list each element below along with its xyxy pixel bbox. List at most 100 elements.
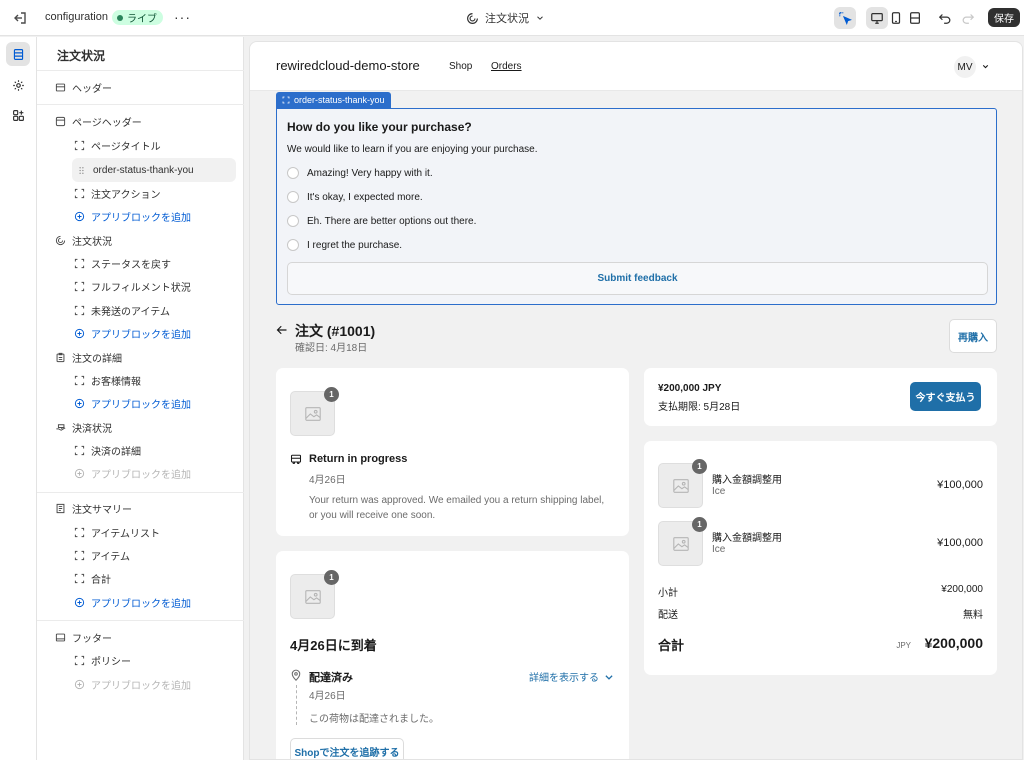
block-icon (74, 550, 85, 560)
store-name[interactable]: rewiredcloud-demo-store (276, 58, 420, 73)
item-variant: Ice (712, 486, 726, 497)
save-button[interactable]: 保存 (988, 8, 1020, 27)
block-icon (74, 305, 85, 315)
sidebar-item-label: フッター (72, 633, 112, 645)
sidebar-item-policy[interactable]: ポリシー (74, 650, 131, 670)
nav-shop-link[interactable]: Shop (449, 61, 472, 72)
block-icon (74, 573, 85, 583)
return-description: Your return was approved. We emailed you… (309, 495, 605, 521)
chevron-down-icon (605, 674, 613, 680)
return-status-title: Return in progress (309, 453, 408, 465)
add-app-block-label: アプリブロックを追加 (91, 212, 191, 224)
order-confirmed-date: 確認日: 4月18日 (295, 343, 368, 354)
radio-button[interactable] (287, 191, 299, 203)
radio-button[interactable] (287, 215, 299, 227)
add-app-block-label: アプリブロックを追加 (91, 399, 191, 411)
sidebar-item-item-list[interactable]: アイテムリスト (74, 522, 160, 542)
survey-option[interactable]: It's okay, I expected more. (287, 191, 423, 203)
fullscreen-view-button[interactable] (904, 7, 926, 29)
survey-subtitle: We would like to learn if you are enjoyi… (287, 144, 538, 155)
settings-tab[interactable] (6, 73, 30, 97)
arrow-left-icon[interactable] (276, 324, 288, 336)
delivery-description: この荷物は配達されました。 (309, 714, 439, 725)
exit-icon[interactable] (12, 10, 28, 26)
sidebar-divider (37, 620, 244, 621)
survey-option[interactable]: Eh. There are better options out there. (287, 215, 476, 227)
survey-option[interactable]: I regret the purchase. (287, 239, 402, 251)
sidebar-item-label: アイテムリスト (91, 528, 160, 540)
submit-feedback-button[interactable]: Submit feedback (287, 262, 988, 295)
sidebar-item-payment-status[interactable]: 決済状況 (55, 417, 112, 437)
sidebar-item-payment-details[interactable]: 決済の詳細 (74, 440, 141, 460)
arrival-title: 4月26日に到着 (290, 638, 377, 653)
sidebar-item-fulfillment-status[interactable]: フルフィルメント状況 (74, 276, 191, 296)
sidebar-item-page-header[interactable]: ページヘッダー (55, 111, 142, 131)
sidebar-item-order-status-thank-you[interactable]: order-status-thank-you (72, 158, 236, 182)
page-selector[interactable]: 注文状況 (466, 10, 545, 26)
sidebar-title: 注文状況 (57, 49, 106, 63)
redo-button[interactable] (957, 7, 979, 29)
add-app-block-button-disabled: アプリブロックを追加 (74, 463, 191, 483)
sidebar-divider (37, 492, 244, 493)
sidebar-item-label: お客様情報 (91, 376, 141, 388)
sidebar-item-label: ヘッダー (72, 83, 112, 95)
page-header-section-icon (55, 116, 66, 126)
apps-tab[interactable] (6, 103, 30, 127)
survey-option[interactable]: Amazing! Very happy with it. (287, 167, 433, 179)
show-details-link[interactable]: 詳細を表示する (529, 669, 614, 684)
sidebar-item-return-status[interactable]: ステータスを戻す (74, 253, 171, 273)
total-label: 合計 (658, 638, 685, 653)
sidebar-item-header[interactable]: ヘッダー (55, 77, 112, 97)
survey-question: How do you like your purchase? (287, 120, 472, 134)
nav-orders-link[interactable]: Orders (491, 61, 522, 72)
sections-tab[interactable] (6, 42, 30, 66)
sidebar-item-total[interactable]: 合計 (74, 568, 111, 588)
avatar[interactable]: MV (954, 56, 976, 78)
plus-circle-icon (74, 398, 85, 408)
sidebar-item-item[interactable]: アイテム (74, 545, 130, 565)
sidebar-item-order-actions[interactable]: 注文アクション (74, 183, 161, 203)
add-app-block-button[interactable]: アプリブロックを追加 (74, 393, 191, 413)
survey-block[interactable]: How do you like your purchase? We would … (276, 108, 997, 305)
show-details-label: 詳細を表示する (529, 673, 599, 684)
sidebar-item-label: 注文の詳細 (72, 353, 122, 365)
timeline-line (296, 685, 297, 725)
radio-button[interactable] (287, 167, 299, 179)
add-app-block-button[interactable]: アプリブロックを追加 (74, 323, 191, 343)
drag-handle-icon[interactable] (76, 165, 87, 176)
block-icon (74, 445, 85, 455)
sidebar-item-label: ページヘッダー (72, 117, 142, 129)
plus-circle-icon (74, 597, 85, 607)
pay-now-button[interactable]: 今すぐ支払う (910, 382, 981, 411)
sidebar-item-order-summary[interactable]: 注文サマリー (55, 498, 132, 518)
sidebar-item-page-title[interactable]: ページタイトル (74, 135, 161, 155)
sidebar-item-customer-info[interactable]: お客様情報 (74, 370, 141, 390)
order-summary-card: 1 購入金額調整用 Ice ¥100,000 1 購入金額調整用 Ice ¥10… (644, 441, 997, 675)
undo-button[interactable] (934, 7, 956, 29)
sidebar-item-unfulfilled-items[interactable]: 未発送のアイテム (74, 300, 170, 320)
add-app-block-label: アプリブロックを追加 (91, 598, 191, 610)
radio-button[interactable] (287, 239, 299, 251)
more-actions-icon[interactable]: ··· (174, 10, 191, 24)
sidebar-item-order-details[interactable]: 注文の詳細 (55, 347, 122, 367)
sidebar-item-label: 注文アクション (91, 189, 161, 201)
reorder-button[interactable]: 再購入 (949, 319, 997, 353)
chevron-down-icon[interactable] (981, 62, 990, 71)
track-order-button[interactable]: Shopで注文を追跡する (290, 738, 404, 759)
add-app-block-button[interactable]: アプリブロックを追加 (74, 206, 191, 226)
live-status-label: ライブ (127, 14, 157, 25)
plus-circle-icon (74, 328, 85, 338)
survey-option-label: Eh. There are better options out there. (307, 215, 477, 227)
delivery-status: 配達済み (309, 672, 353, 684)
block-icon (74, 655, 85, 665)
live-status-badge: ライブ (112, 10, 163, 25)
inspector-button[interactable] (834, 7, 856, 29)
add-app-block-button[interactable]: アプリブロックを追加 (74, 592, 191, 612)
sidebar-item-order-status[interactable]: 注文状況 (55, 230, 112, 250)
sidebar-item-label: アイテム (91, 551, 130, 563)
order-status-icon (467, 12, 478, 24)
store-preview: rewiredcloud-demo-store Shop Orders MV o… (249, 41, 1023, 760)
block-icon (74, 527, 85, 537)
sidebar-item-footer[interactable]: フッター (55, 627, 112, 647)
return-card: 1 Return in progress 4月26日 Your return w… (276, 368, 629, 536)
